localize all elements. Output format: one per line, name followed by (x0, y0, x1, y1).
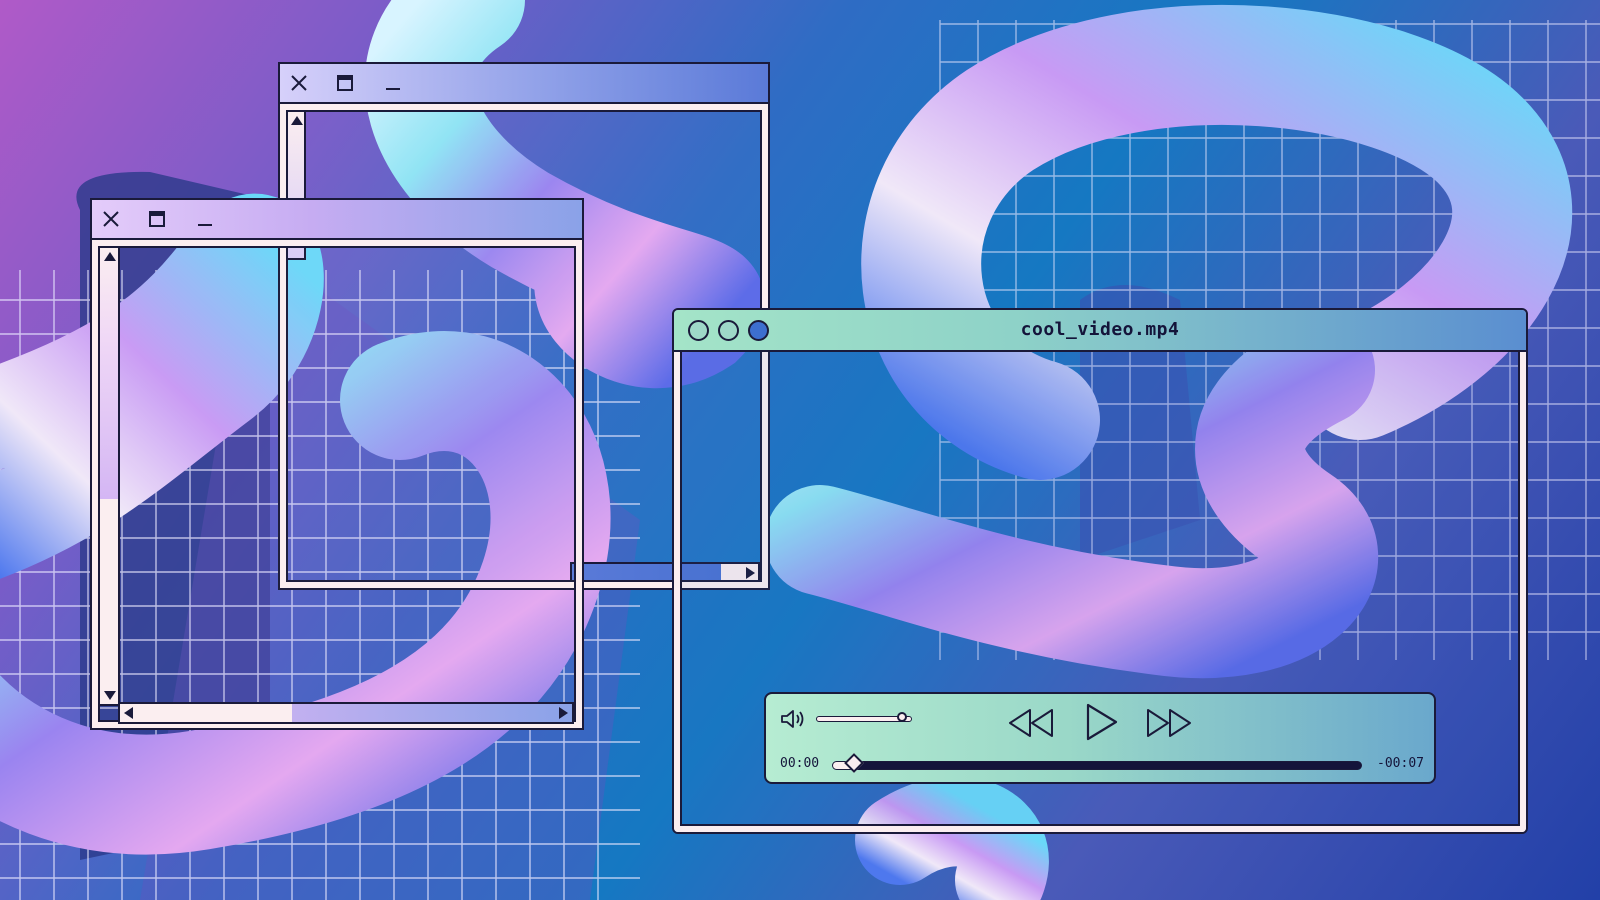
minimize-icon (198, 224, 212, 226)
maximize-button[interactable] (144, 200, 170, 238)
vertical-scrollbar[interactable] (98, 246, 120, 706)
window-front-content (98, 246, 576, 722)
close-icon (291, 75, 307, 91)
window-front-titlebar[interactable] (92, 200, 582, 240)
close-button[interactable] (286, 64, 312, 102)
maximize-icon (149, 211, 165, 227)
scroll-down-arrow[interactable] (104, 691, 116, 700)
scroll-up-arrow[interactable] (104, 252, 116, 261)
rewind-icon (1009, 709, 1053, 737)
time-remaining: -00:07 (1377, 756, 1424, 771)
scroll-up-arrow[interactable] (291, 116, 303, 125)
minimize-button[interactable] (192, 200, 218, 238)
scroll-left-arrow[interactable] (124, 707, 133, 719)
fast-forward-icon (1147, 709, 1191, 737)
fast-forward-button[interactable] (1144, 706, 1194, 740)
progress-bar[interactable] (832, 753, 1362, 773)
video-title: cool_video.mp4 (1020, 319, 1180, 340)
speaker-icon (781, 710, 804, 728)
minimize-button[interactable] (380, 64, 406, 102)
maximize-icon (337, 75, 353, 91)
play-icon (1086, 703, 1118, 741)
time-elapsed: 00:00 (780, 756, 820, 771)
close-icon (103, 211, 119, 227)
horizontal-scrollbar[interactable] (118, 702, 574, 724)
play-button[interactable] (1082, 702, 1120, 742)
minimize-icon (386, 88, 400, 90)
maximize-button[interactable] (332, 64, 358, 102)
progress-bar-handle[interactable] (844, 753, 865, 773)
volume-button[interactable] (780, 708, 808, 730)
rewind-button[interactable] (1006, 706, 1056, 740)
volume-slider[interactable] (816, 712, 912, 722)
window-front (90, 198, 584, 730)
close-button[interactable] (98, 200, 124, 238)
video-player-titlebar[interactable]: cool_video.mp4 (674, 310, 1526, 352)
player-controls: 00:00 -00:07 (764, 692, 1436, 784)
scroll-right-arrow[interactable] (559, 707, 568, 719)
volume-slider-handle[interactable] (897, 712, 908, 722)
window-back-titlebar[interactable] (280, 64, 768, 104)
